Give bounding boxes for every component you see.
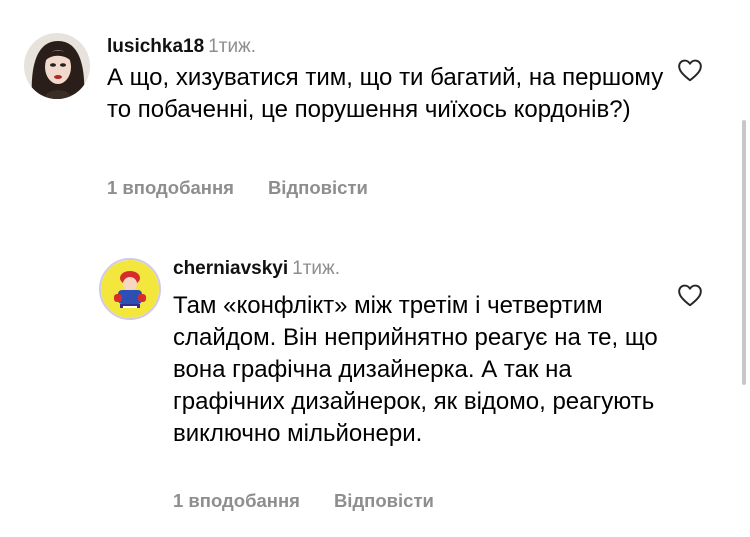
timestamp: 1тиж. (292, 258, 341, 279)
comment-header: cherniavskyi 1тиж. (173, 258, 340, 280)
scrollbar[interactable] (742, 120, 746, 385)
comment-text: А що, хизуватися тим, що ти багатий, на … (107, 64, 664, 123)
timestamp: 1тиж. (208, 36, 257, 57)
comment-header: lusichka18 1тиж. (107, 36, 256, 58)
heart-icon[interactable] (677, 283, 703, 307)
username-link[interactable]: cherniavskyi (173, 258, 288, 279)
username-link[interactable]: lusichka18 (107, 36, 204, 57)
comment-actions: 1 вподобання Відповісти (173, 490, 434, 512)
user-photo-avatar-icon (24, 33, 90, 99)
comment-actions: 1 вподобання Відповісти (107, 177, 368, 199)
reply-button[interactable]: Відповісти (334, 490, 434, 511)
heart-icon[interactable] (677, 58, 703, 82)
reply-button[interactable]: Відповісти (268, 177, 368, 198)
avatar[interactable] (24, 33, 90, 99)
likes-count-link[interactable]: 1 вподобання (173, 490, 300, 511)
likes-count-link[interactable]: 1 вподобання (107, 177, 234, 198)
avatar[interactable] (99, 258, 161, 320)
illustrated-avatar-icon (101, 260, 159, 318)
comment-text: Там «конфлікт» між третім і четвертим сл… (173, 292, 658, 447)
